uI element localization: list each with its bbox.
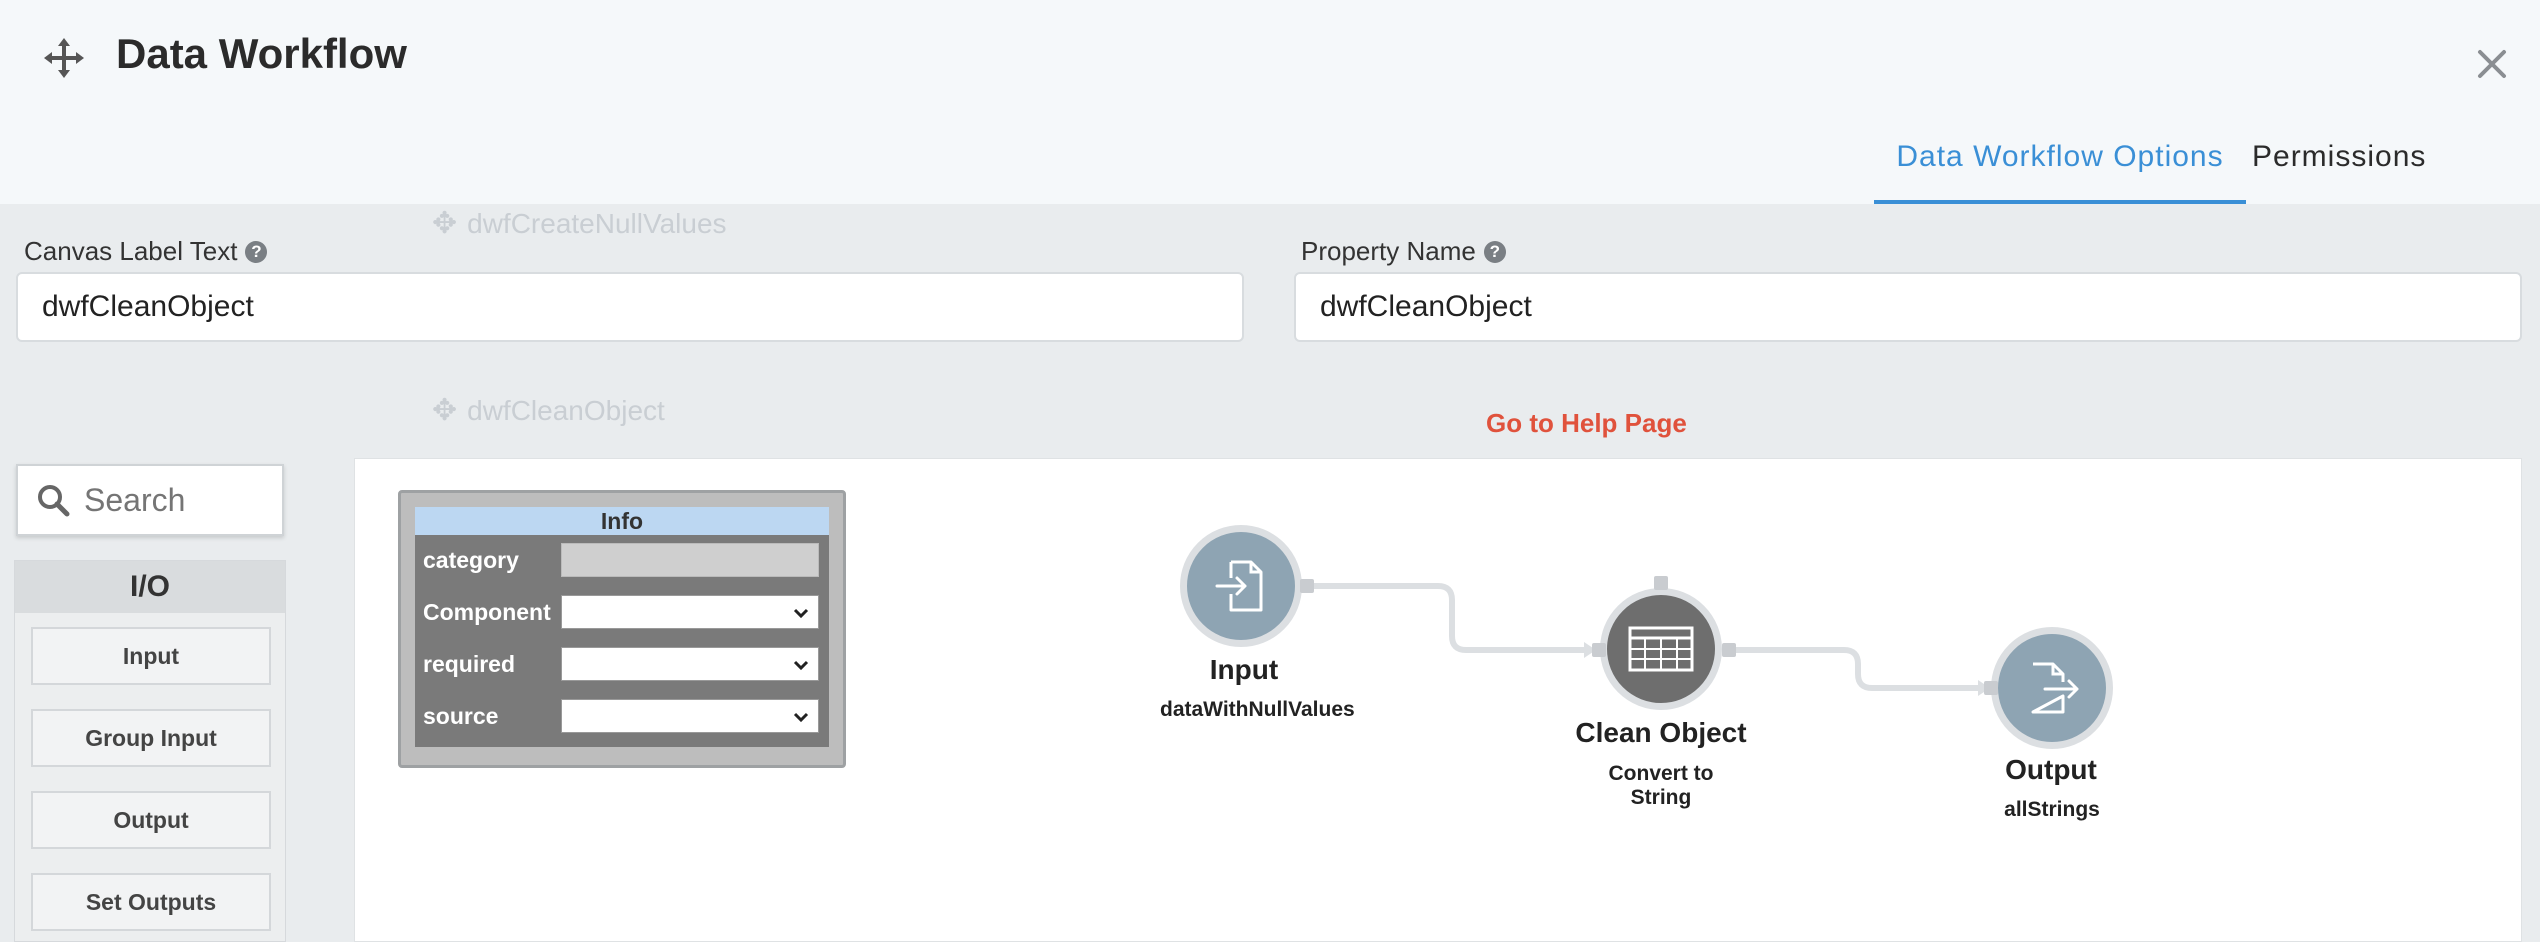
node-clean-object[interactable] <box>1600 588 1722 710</box>
info-panel: Info category Component required source <box>398 490 846 768</box>
info-panel-title: Info <box>415 507 829 535</box>
info-row-category: category <box>415 541 829 581</box>
chevron-down-icon <box>793 660 809 671</box>
info-row-component: Component <box>415 593 829 633</box>
node-port[interactable] <box>1722 643 1736 657</box>
source-select[interactable] <box>561 699 819 733</box>
node-port[interactable] <box>1300 579 1314 593</box>
category-field <box>561 543 819 577</box>
node-input-subtitle: dataWithNullValues <box>1160 698 1355 721</box>
info-row-source: source <box>415 697 829 737</box>
table-icon <box>1628 626 1694 672</box>
node-output-name: Output <box>2005 754 2097 785</box>
edge-clean-object-to-output <box>1728 647 1978 691</box>
node-input-name: Input <box>1209 654 1279 685</box>
node-port[interactable] <box>1592 643 1606 657</box>
file-export-icon <box>2031 662 2079 714</box>
node-port[interactable] <box>1654 576 1668 590</box>
edge-input-to-clean-object <box>1310 583 1584 653</box>
node-port[interactable] <box>1984 681 1998 695</box>
file-import-icon <box>1215 560 1263 612</box>
chevron-down-icon <box>793 712 809 723</box>
chevron-down-icon <box>793 608 809 619</box>
component-select[interactable] <box>561 595 819 629</box>
node-clean-object-subtitle: Convert to String <box>1608 762 1714 809</box>
node-output[interactable] <box>1991 627 2113 749</box>
node-input[interactable] <box>1180 525 1302 647</box>
required-select[interactable] <box>561 647 819 681</box>
info-row-required: required <box>415 645 829 685</box>
workflow-edges <box>1310 583 1990 696</box>
node-clean-object-name: Clean Object <box>1575 717 1747 748</box>
node-output-subtitle: allStrings <box>2004 798 2100 821</box>
